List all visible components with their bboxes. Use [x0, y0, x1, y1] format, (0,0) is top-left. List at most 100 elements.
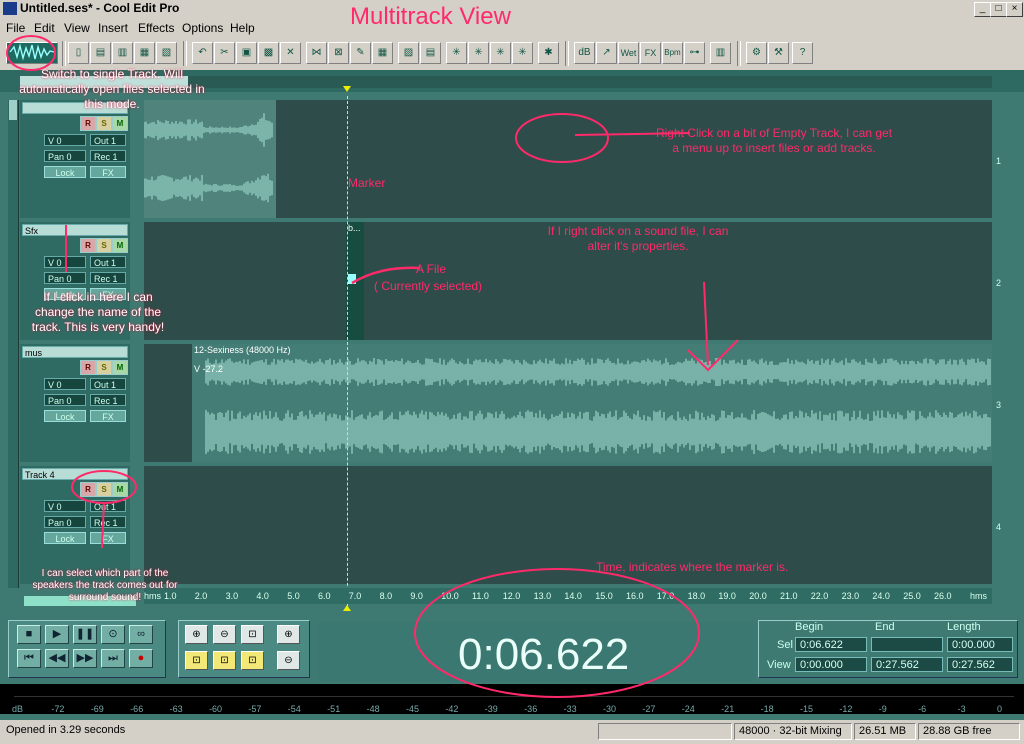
track-record-source-field[interactable]: Rec 1 — [90, 150, 126, 162]
go-to-end-button[interactable]: ⏭ — [101, 649, 125, 668]
sel-length-field[interactable]: 0:00.000 — [947, 637, 1013, 652]
track-fx-button[interactable]: FX — [90, 410, 126, 422]
save-icon[interactable]: ▦ — [134, 42, 155, 64]
tool-hybrid-icon[interactable]: ⋈ — [306, 42, 327, 64]
zoom-in-icon[interactable]: ⊕ — [185, 625, 208, 644]
snap-frames-icon[interactable]: ✱ — [538, 42, 559, 64]
go-to-start-button[interactable]: ⏮ — [17, 649, 41, 668]
vertical-scrollbar[interactable] — [8, 100, 19, 588]
view-length-field[interactable]: 0:27.562 — [947, 657, 1013, 672]
tool-select-icon[interactable]: ▦ — [372, 42, 393, 64]
copy-icon[interactable]: ▣ — [236, 42, 257, 64]
snap-marker-icon[interactable]: ✳ — [512, 42, 533, 64]
track-output-field[interactable]: Out 1 — [90, 378, 126, 390]
sel-begin-field[interactable]: 0:06.622 — [795, 637, 867, 652]
solo-button[interactable]: S — [96, 360, 112, 375]
track-lane-4[interactable] — [144, 466, 992, 584]
snap-icon[interactable]: ✳ — [446, 42, 467, 64]
zoom-right-icon[interactable]: ⊡ — [241, 651, 264, 670]
show-envelopes-icon[interactable]: ▥ — [710, 42, 731, 64]
record-arm-button[interactable]: R — [80, 360, 96, 375]
solo-button[interactable]: S — [96, 116, 112, 131]
mute-button[interactable]: M — [112, 482, 128, 497]
record-arm-button[interactable]: R — [80, 238, 96, 253]
zoom-left-icon[interactable]: ⊡ — [213, 651, 236, 670]
menu-options[interactable]: Options — [182, 21, 223, 35]
track-output-field[interactable]: Out 1 — [90, 500, 126, 512]
help-icon[interactable]: ? — [792, 42, 813, 64]
zoom-selection-icon[interactable]: ⊡ — [185, 651, 208, 670]
pause-button[interactable]: ❚❚ — [73, 625, 97, 644]
track-fx-button[interactable]: FX — [90, 532, 126, 544]
maximize-button[interactable]: □ — [990, 2, 1007, 17]
play-button[interactable]: ▶ — [45, 625, 69, 644]
snap-loop-icon[interactable]: ✳ — [490, 42, 511, 64]
menu-edit[interactable]: Edit — [34, 21, 55, 35]
group-icon[interactable]: ▤ — [420, 42, 441, 64]
settings-gear-icon[interactable]: ⚙ — [746, 42, 767, 64]
tool-time-select-icon[interactable]: ⊠ — [328, 42, 349, 64]
sel-end-field[interactable] — [871, 637, 943, 652]
wet-dry-envelope-icon[interactable]: Wet — [618, 42, 639, 64]
track-output-field[interactable]: Out 1 — [90, 134, 126, 146]
record-arm-button[interactable]: R — [80, 116, 96, 131]
options-icon[interactable]: ⚒ — [768, 42, 789, 64]
audio-clip-1[interactable] — [144, 100, 276, 218]
save-all-icon[interactable]: ▧ — [156, 42, 177, 64]
playhead-marker-line[interactable] — [347, 96, 348, 606]
track-pan-field[interactable]: Pan 0 — [44, 272, 86, 284]
zoom-full-icon[interactable]: ⊡ — [241, 625, 264, 644]
solo-button[interactable]: S — [96, 238, 112, 253]
menu-file[interactable]: File — [6, 21, 25, 35]
marker-top-icon[interactable] — [343, 86, 351, 92]
track-lock-button[interactable]: Lock — [44, 410, 86, 422]
track-record-source-field[interactable]: Rec 1 — [90, 394, 126, 406]
solo-button[interactable]: S — [96, 482, 112, 497]
record-button[interactable]: ● — [129, 649, 153, 668]
lock-icon[interactable]: ▨ — [398, 42, 419, 64]
track-volume-field[interactable]: V 0 — [44, 256, 86, 268]
mute-button[interactable]: M — [112, 360, 128, 375]
rewind-button[interactable]: ◀◀ — [45, 649, 69, 668]
view-end-field[interactable]: 0:27.562 — [871, 657, 943, 672]
tempo-icon[interactable]: Bpm — [662, 42, 683, 64]
mix-paste-icon[interactable]: ✕ — [280, 42, 301, 64]
track-record-source-field[interactable]: Rec 1 — [90, 272, 126, 284]
music-clip[interactable]: 12-Sexiness (48000 Hz) V -27.2 — [192, 344, 992, 462]
zoom-in-vertical-icon[interactable]: ⊕ — [277, 625, 300, 644]
menu-insert[interactable]: Insert — [98, 21, 128, 35]
stop-button[interactable]: ■ — [17, 625, 41, 644]
track-fx-button[interactable]: FX — [90, 166, 126, 178]
tool-move-icon[interactable]: ✎ — [350, 42, 371, 64]
play-to-end-button[interactable]: ⊙ — [101, 625, 125, 644]
app-icon[interactable] — [3, 2, 17, 15]
mute-button[interactable]: M — [112, 238, 128, 253]
menu-effects[interactable]: Effects — [138, 21, 174, 35]
track-pan-field[interactable]: Pan 0 — [44, 150, 86, 162]
menu-help[interactable]: Help — [230, 21, 255, 35]
track-output-field[interactable]: Out 1 — [90, 256, 126, 268]
sfx-clip-selected[interactable]: b... — [346, 222, 364, 340]
undo-icon[interactable]: ↶ — [192, 42, 213, 64]
track-name-field[interactable]: Sfx — [22, 224, 128, 236]
new-file-icon[interactable]: ▯ — [68, 42, 89, 64]
envelope-edit-icon[interactable]: ⊶ — [684, 42, 705, 64]
minimize-button[interactable]: _ — [974, 2, 991, 17]
track-lane-3[interactable]: 12-Sexiness (48000 Hz) V -27.2 — [144, 344, 992, 462]
record-arm-button[interactable]: R — [80, 482, 96, 497]
cut-icon[interactable]: ✂ — [214, 42, 235, 64]
paste-icon[interactable]: ▩ — [258, 42, 279, 64]
view-begin-field[interactable]: 0:00.000 — [795, 657, 867, 672]
marker-bottom-icon[interactable] — [343, 605, 351, 611]
fx-envelope-icon[interactable]: FX — [640, 42, 661, 64]
volume-envelope-icon[interactable]: dB — [574, 42, 595, 64]
loop-button[interactable]: ∞ — [129, 625, 153, 644]
fast-forward-button[interactable]: ▶▶ — [73, 649, 97, 668]
pan-envelope-icon[interactable]: ↗ — [596, 42, 617, 64]
track-lane-1[interactable] — [144, 100, 992, 218]
track-name-field[interactable]: mus — [22, 346, 128, 358]
track-volume-field[interactable]: V 0 — [44, 500, 86, 512]
track-volume-field[interactable]: V 0 — [44, 134, 86, 146]
waveform-view-toggle-button[interactable] — [6, 42, 58, 64]
track-pan-field[interactable]: Pan 0 — [44, 394, 86, 406]
